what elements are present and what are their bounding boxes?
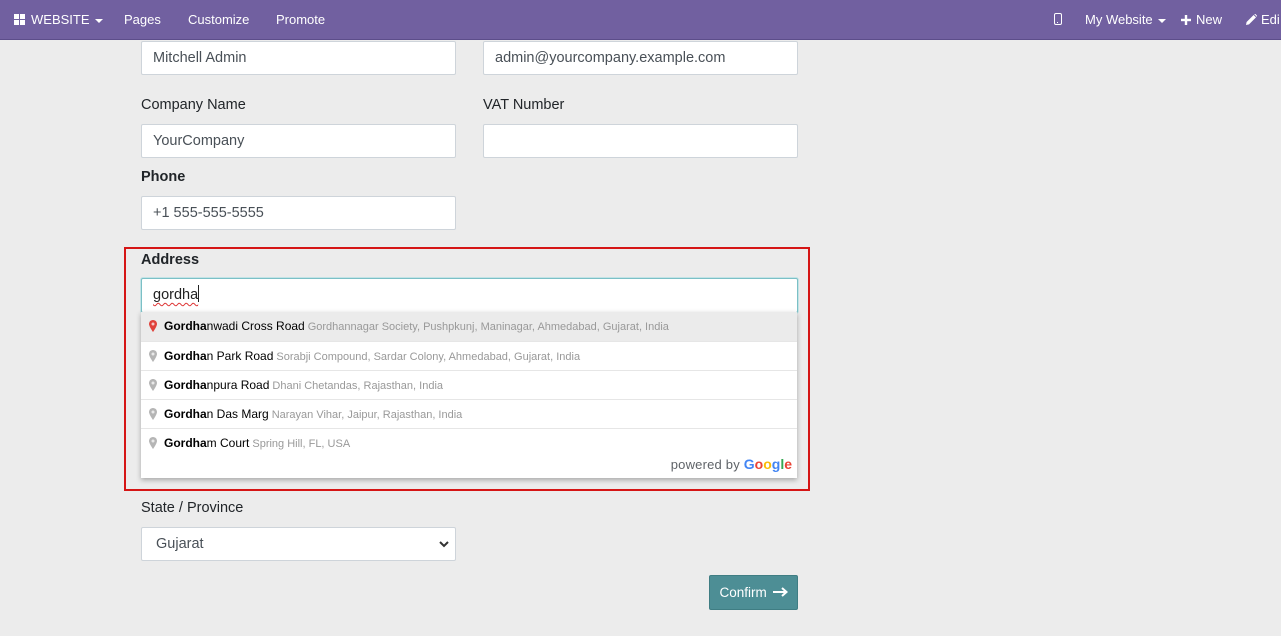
- google-logo: Google: [743, 456, 792, 472]
- pages-menu[interactable]: Pages: [124, 12, 161, 28]
- suggestion-secondary: Sorabji Compound, Sardar Colony, Ahmedab…: [276, 351, 581, 363]
- map-pin-icon: [149, 437, 157, 449]
- phone-field[interactable]: +1 555-555-5555: [141, 196, 456, 230]
- company-name-field[interactable]: YourCompany: [141, 124, 456, 158]
- confirm-label: Confirm: [719, 585, 767, 600]
- address-field[interactable]: gordha: [141, 278, 798, 313]
- website-menu[interactable]: WEBSITE: [14, 12, 104, 28]
- company-name-label: Company Name: [141, 97, 246, 113]
- email-field[interactable]: admin@yourcompany.example.com: [483, 41, 798, 75]
- mobile-icon[interactable]: [1054, 13, 1062, 25]
- suggestion-rest: m Court: [206, 436, 250, 450]
- address-typed-text: gordha: [153, 287, 199, 303]
- suggestion-match: Gordha: [164, 378, 207, 392]
- new-button[interactable]: New: [1181, 12, 1222, 28]
- suggestion-item[interactable]: Gordhan Das Marg Narayan Vihar, Jaipur, R…: [141, 399, 797, 428]
- confirm-button[interactable]: Confirm: [709, 575, 798, 610]
- powered-by-label: powered by: [670, 457, 740, 472]
- suggestion-rest: n Park Road: [206, 349, 274, 363]
- promote-menu[interactable]: Promote: [276, 12, 325, 28]
- suggestion-match: Gordha: [164, 436, 207, 450]
- suggestion-match: Gordha: [164, 407, 207, 421]
- customize-menu[interactable]: Customize: [188, 12, 249, 28]
- suggestion-secondary: Dhani Chetandas, Rajasthan, India: [272, 380, 444, 392]
- suggestion-secondary: Spring Hill, FL, USA: [252, 438, 351, 450]
- my-website-menu[interactable]: My Website: [1085, 12, 1167, 28]
- website-menu-label: WEBSITE: [31, 12, 90, 27]
- edit-label: Edi: [1261, 12, 1280, 27]
- map-pin-icon: [149, 320, 157, 332]
- suggestion-item[interactable]: Gordhan Park Road Sorabji Compound, Sarda…: [141, 341, 797, 370]
- grid-icon: [14, 14, 25, 25]
- vat-number-field[interactable]: [483, 124, 798, 158]
- arrow-right-icon: [772, 587, 788, 597]
- suggestion-match: Gordha: [164, 349, 207, 363]
- map-pin-icon: [149, 350, 157, 362]
- suggestion-item[interactable]: Gordhanwadi Cross Road Gordhannagar Socie…: [141, 312, 797, 341]
- map-pin-icon: [149, 379, 157, 391]
- address-label: Address: [141, 252, 200, 268]
- powered-by-google: powered by Google: [671, 456, 792, 472]
- edit-button[interactable]: Edi: [1246, 12, 1280, 28]
- top-navbar: WEBSITE Pages Customize Promote My Websi…: [0, 0, 1281, 40]
- text-cursor: [198, 285, 200, 302]
- phone-label: Phone: [141, 169, 186, 185]
- map-pin-icon: [149, 408, 157, 420]
- plus-icon: [1181, 15, 1191, 25]
- pencil-icon: [1246, 13, 1258, 25]
- name-field[interactable]: Mitchell Admin: [141, 41, 456, 75]
- suggestion-match: Gordha: [164, 319, 207, 333]
- chevron-down-icon: [439, 541, 449, 548]
- suggestion-rest: nwadi Cross Road: [206, 319, 305, 333]
- suggestion-item[interactable]: Gordhanpura Road Dhani Chetandas, Rajasth…: [141, 370, 797, 399]
- suggestion-secondary: Narayan Vihar, Jaipur, Rajasthan, India: [271, 409, 463, 421]
- new-label: New: [1196, 12, 1223, 27]
- state-label: State / Province: [141, 500, 244, 516]
- caret-down-icon: [1158, 18, 1167, 23]
- suggestion-secondary: Gordhannagar Society, Pushpkunj, Maninag…: [307, 321, 669, 333]
- suggestion-item[interactable]: Gordham Court Spring Hill, FL, USA: [141, 428, 797, 457]
- caret-down-icon: [95, 18, 104, 23]
- vat-number-label: VAT Number: [483, 97, 565, 113]
- my-website-label: My Website: [1085, 12, 1153, 27]
- state-select[interactable]: Gujarat: [141, 527, 456, 561]
- address-autocomplete-dropdown: Gordhanwadi Cross Road Gordhannagar Socie…: [141, 312, 797, 478]
- suggestion-rest: n Das Marg: [206, 407, 269, 421]
- suggestion-rest: npura Road: [206, 378, 270, 392]
- state-select-value: Gujarat: [156, 536, 204, 552]
